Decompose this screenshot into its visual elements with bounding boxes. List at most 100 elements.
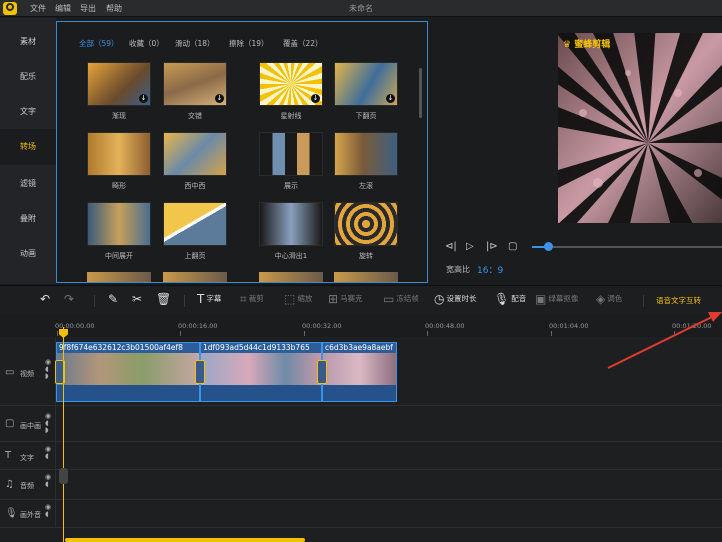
crop-button[interactable]: ⌗ 裁剪 bbox=[240, 292, 264, 307]
transition-item[interactable]: 上翻页 bbox=[163, 202, 227, 261]
redo-button[interactable]: ↷ bbox=[64, 292, 76, 306]
next-frame-button[interactable]: |⊳ bbox=[486, 241, 498, 252]
watermark-text: 蜜蜂剪辑 bbox=[574, 40, 611, 50]
sidebar-item-overlay[interactable]: 叠附 bbox=[0, 201, 56, 237]
transition-item[interactable]: 旋转 bbox=[334, 202, 398, 261]
clock-icon: ◷ bbox=[434, 292, 445, 306]
transition-marker[interactable] bbox=[195, 360, 205, 384]
stop-button[interactable]: ▢ bbox=[508, 241, 517, 252]
freeze-icon: ▭ bbox=[383, 292, 395, 306]
freeze-frame-button[interactable]: ▭ 冻结帧 bbox=[383, 292, 419, 306]
transition-item[interactable]: 中心滑出1 bbox=[259, 202, 323, 261]
download-icon[interactable]: ↓ bbox=[139, 94, 148, 103]
transition-item[interactable]: ↓ 交错 bbox=[163, 62, 227, 121]
track-label-audio: 音频 bbox=[20, 482, 34, 490]
video-clip[interactable]: 1df093ad5d44c1d9133b765 bbox=[200, 342, 322, 402]
panel-scrollbar[interactable] bbox=[419, 68, 422, 118]
track-row-audio bbox=[0, 470, 722, 500]
transition-thumbnail-partial[interactable] bbox=[87, 272, 151, 282]
pip-icon: ▢ bbox=[5, 418, 15, 429]
visibility-eye-icon[interactable]: ◉ ◖ ◗ bbox=[45, 359, 51, 380]
sidebar-item-music[interactable]: 配乐 bbox=[0, 59, 56, 95]
subtitle-icon: T bbox=[197, 292, 205, 306]
transition-item[interactable]: 左滚 bbox=[334, 132, 398, 191]
download-icon[interactable]: ↓ bbox=[215, 94, 224, 103]
visibility-eye-icon[interactable]: ◉ ◖ bbox=[45, 504, 51, 518]
progress-track[interactable] bbox=[532, 246, 722, 248]
aspect-ratio-value[interactable]: 16：9 bbox=[477, 263, 503, 276]
mosaic-button[interactable]: ⊞ 马赛克 bbox=[328, 292, 363, 306]
zoom-button[interactable]: ⬚ 缩放 bbox=[284, 292, 312, 306]
transition-marker[interactable] bbox=[317, 360, 327, 384]
transition-thumbnail-partial[interactable] bbox=[334, 272, 398, 282]
progress-knob[interactable] bbox=[544, 242, 553, 251]
sidebar-item-transition[interactable]: 转场 bbox=[0, 129, 56, 165]
tab-wipe[interactable]: 擦除（19） bbox=[229, 38, 269, 49]
audio-waveform bbox=[201, 385, 321, 401]
transition-item[interactable]: ↓ 星射线 bbox=[259, 62, 323, 121]
transition-item[interactable]: 畸形 bbox=[87, 132, 151, 191]
transition-thumbnail-partial[interactable] bbox=[163, 272, 227, 282]
track-label-video: 视频 bbox=[20, 370, 34, 378]
tab-all[interactable]: 全部（59） bbox=[79, 38, 119, 49]
transition-item[interactable]: ↓ 下翻页 bbox=[334, 62, 398, 121]
transition-item[interactable]: ↓ 渐现 bbox=[87, 62, 151, 121]
transition-thumbnail bbox=[334, 202, 398, 246]
subtitle-button[interactable]: T 字幕 bbox=[197, 292, 221, 306]
voiceover-button[interactable]: 🎙 配音 bbox=[494, 292, 526, 306]
prev-frame-button[interactable]: ⊲| bbox=[445, 241, 457, 252]
track-resize-handle[interactable] bbox=[59, 468, 68, 484]
track-row-voiceover bbox=[0, 500, 722, 528]
download-icon[interactable]: ↓ bbox=[311, 94, 320, 103]
green-screen-button[interactable]: ▣ 绿幕抠像 bbox=[535, 292, 578, 306]
transition-label: 下翻页 bbox=[355, 112, 377, 120]
ruler-tick bbox=[304, 331, 305, 336]
sidebar-item-media[interactable]: 素材 bbox=[0, 24, 56, 60]
transition-panel: 全部（59） 收藏（0） 滑动（18） 擦除（19） 覆盖（22） ↓ 渐现 ↓ 交错… bbox=[56, 21, 428, 283]
download-icon[interactable]: ↓ bbox=[386, 94, 395, 103]
tab-favorites[interactable]: 收藏（0） bbox=[129, 38, 164, 49]
transition-item[interactable]: 中间展开 bbox=[87, 202, 151, 261]
sidebar-item-filter[interactable]: 滤镜 bbox=[0, 166, 56, 202]
timeline-scrollbar[interactable] bbox=[65, 538, 305, 542]
split-button[interactable]: ✂ bbox=[132, 292, 144, 306]
undo-button[interactable]: ↶ bbox=[40, 292, 52, 306]
transition-thumbnail bbox=[334, 132, 398, 176]
play-button[interactable]: ▷ bbox=[466, 241, 474, 252]
transition-thumbnail-partial[interactable] bbox=[259, 272, 323, 282]
video-icon: ▭ bbox=[5, 367, 15, 378]
transition-label: 渐现 bbox=[112, 112, 126, 120]
ruler-tick bbox=[427, 331, 428, 336]
visibility-eye-icon[interactable]: ◉ ◖ bbox=[45, 446, 51, 460]
video-clip[interactable]: 9f8f674e632612c3b01500af4ef8 bbox=[56, 342, 200, 402]
visibility-eye-icon[interactable]: ◉ ◖ bbox=[45, 474, 51, 488]
set-duration-button[interactable]: ◷ 设置时长 bbox=[434, 292, 476, 306]
tab-slide[interactable]: 滑动（18） bbox=[175, 38, 215, 49]
transition-item[interactable]: 西中西 bbox=[163, 132, 227, 191]
app-logo-icon bbox=[3, 2, 17, 15]
sidebar-item-text[interactable]: 文字 bbox=[0, 94, 56, 130]
timeline-ruler[interactable] bbox=[0, 315, 722, 337]
playhead-line[interactable] bbox=[63, 327, 64, 542]
delete-button[interactable]: 🗑 bbox=[156, 292, 173, 306]
transition-thumbnail bbox=[163, 132, 227, 176]
transition-item[interactable]: 展示 bbox=[259, 132, 323, 191]
text-icon: T bbox=[5, 450, 12, 461]
video-clip[interactable]: c6d3b3ae9a8aebf bbox=[322, 342, 397, 402]
track-row-text bbox=[0, 442, 722, 470]
audio-waveform bbox=[57, 385, 199, 401]
transition-label: 上翻页 bbox=[184, 252, 206, 260]
tab-cover[interactable]: 覆盖（22） bbox=[283, 38, 323, 49]
sidebar-item-animation[interactable]: 动画 bbox=[0, 236, 56, 272]
speech-to-text-button[interactable]: 语音文字互转 bbox=[656, 295, 701, 306]
menu-file[interactable]: 文件 bbox=[30, 3, 46, 14]
aspect-ratio-label: 宽高比 bbox=[446, 265, 470, 274]
undo-icon: ↶ bbox=[40, 292, 51, 306]
menu-edit[interactable]: 编辑 bbox=[55, 3, 71, 14]
visibility-eye-icon[interactable]: ◉ ◖ ◗ bbox=[45, 413, 51, 434]
menu-export[interactable]: 导出 bbox=[80, 3, 96, 14]
color-adjust-button[interactable]: ◈ 调色 bbox=[596, 292, 622, 306]
ruler-tick-label: 00:00:32.00 bbox=[302, 322, 342, 330]
menu-help[interactable]: 帮助 bbox=[106, 3, 122, 14]
edit-button[interactable]: ✎ bbox=[108, 292, 120, 306]
